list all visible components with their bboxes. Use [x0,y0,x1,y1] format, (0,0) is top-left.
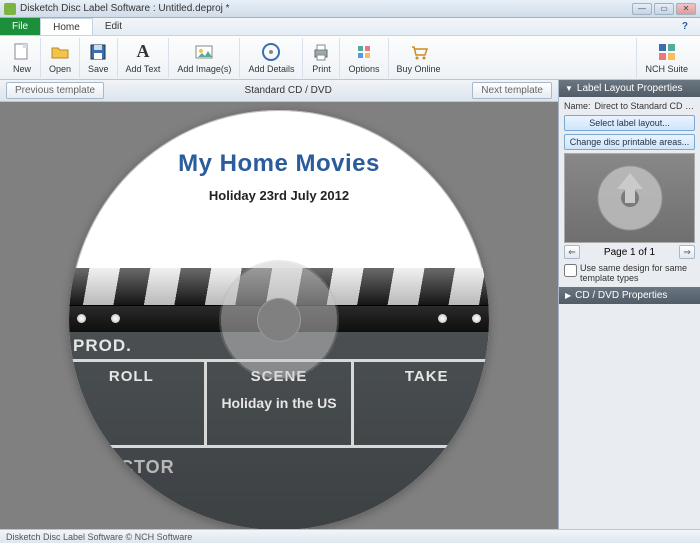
scene-label: SCENE [251,368,308,385]
disc-preview-icon [595,163,665,233]
status-bar: Disketch Disc Label Software © NCH Softw… [0,529,700,543]
add-images-button[interactable]: Add Image(s) [169,38,240,78]
disc-label[interactable]: My Home Movies Holiday 23rd July 2012 PR… [69,110,489,529]
title-bar: Disketch Disc Label Software : Untitled.… [0,0,700,18]
image-icon [194,42,214,62]
nch-icon [657,42,677,62]
canvas-area: Previous template Standard CD / DVD Next… [0,80,558,529]
roll-label: ROLL [109,368,154,385]
cart-icon [409,42,429,62]
prod-label: PROD. [73,336,132,356]
options-icon [354,42,374,62]
collapse-icon: ▼ [565,84,573,93]
nch-suite-button[interactable]: NCH Suite [636,38,696,78]
name-label: Name: [564,101,591,111]
ribbon-toolbar: New Open Save AAdd Text Add Image(s) Add… [0,36,700,80]
cd-dvd-properties-header[interactable]: ▶CD / DVD Properties [559,287,700,304]
select-label-layout-button[interactable]: Select label layout... [564,115,695,131]
app-icon [4,3,16,15]
disc-subtitle-text[interactable]: Holiday 23rd July 2012 [69,188,489,203]
next-template-button[interactable]: Next template [472,82,552,99]
details-icon [261,42,281,62]
canvas-toolbar: Previous template Standard CD / DVD Next… [0,80,558,102]
maximize-button[interactable]: ▭ [654,3,674,15]
save-button[interactable]: Save [80,38,118,78]
previous-template-button[interactable]: Previous template [6,82,104,99]
page-prev-button[interactable]: ⇐ [564,245,580,259]
open-button[interactable]: Open [41,38,80,78]
template-label: Standard CD / DVD [245,85,332,96]
name-value: Direct to Standard CD / DVD [595,101,695,111]
window-title: Disketch Disc Label Software : Untitled.… [20,3,632,14]
new-button[interactable]: New [4,38,41,78]
menu-edit[interactable]: Edit [93,18,134,35]
minimize-button[interactable]: — [632,3,652,15]
open-icon [50,42,70,62]
director-label: DIRECTOR [73,457,175,478]
page-next-button[interactable]: ⇒ [679,245,695,259]
add-text-button[interactable]: AAdd Text [118,38,170,78]
menu-bar: File Home Edit ? [0,18,700,36]
label-layout-header[interactable]: ▼Label Layout Properties [559,80,700,97]
menu-home[interactable]: Home [40,18,93,35]
disc-center-hole [258,299,300,341]
close-button[interactable]: ✕ [676,3,696,15]
expand-icon: ▶ [565,291,571,300]
text-icon: A [133,42,153,62]
new-icon [12,42,32,62]
save-icon [88,42,108,62]
take-label: TAKE [405,368,449,385]
change-printable-areas-button[interactable]: Change disc printable areas... [564,134,695,150]
add-details-button[interactable]: Add Details [240,38,303,78]
scene-value: Holiday in the US [221,395,336,412]
print-button[interactable]: Print [303,38,340,78]
layout-preview [564,153,695,243]
menu-file[interactable]: File [0,18,40,35]
print-icon [311,42,331,62]
buy-online-button[interactable]: Buy Online [389,38,449,78]
properties-panel: ▼Label Layout Properties Name: Direct to … [558,80,700,529]
page-indicator: Page 1 of 1 [604,247,655,258]
options-button[interactable]: Options [340,38,388,78]
same-design-checkbox[interactable]: Use same design for same template types [564,263,695,283]
disc-title-text[interactable]: My Home Movies [69,150,489,178]
help-icon[interactable]: ? [670,18,700,35]
